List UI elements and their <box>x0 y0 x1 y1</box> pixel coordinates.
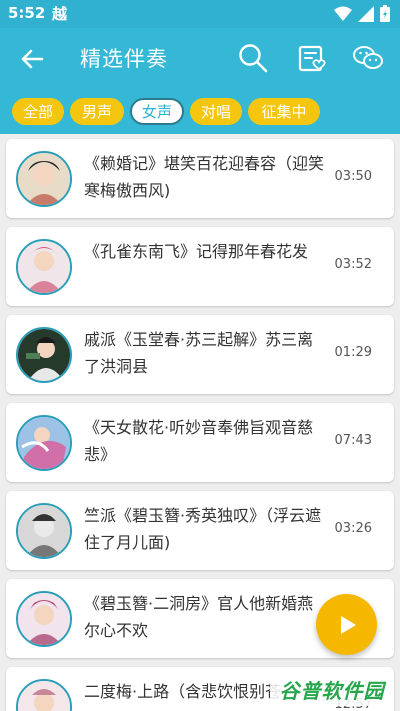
track-card[interactable]: 《孔雀东南飞》记得那年春花发 03:52 <box>6 227 394 306</box>
battery-icon <box>380 5 390 22</box>
track-avatar <box>16 503 72 559</box>
status-time: 5:52 <box>8 4 46 22</box>
system-icons <box>334 5 390 22</box>
track-card[interactable]: 《天女散花·听妙音奉佛旨观音慈悲》 07:43 <box>6 403 394 482</box>
wifi-icon <box>334 6 352 21</box>
filter-chip-duet[interactable]: 对唱 <box>190 98 242 125</box>
filter-chip-collecting[interactable]: 征集中 <box>248 98 320 125</box>
watermark-logo: 谷普软件园 <box>270 672 394 706</box>
track-card[interactable]: 戚派《玉堂春·苏三起解》苏三离了洪洞县 01:29 <box>6 315 394 394</box>
track-title: 竺派《碧玉簪·秀英独叹》（浮云遮住了月儿面) <box>84 506 322 552</box>
status-bar: 5:52 越 <box>0 0 400 28</box>
track-duration: 07:43 <box>334 433 372 448</box>
track-avatar <box>16 679 72 711</box>
app-bar: 精选伴奏 <box>0 28 400 90</box>
track-duration: 03:50 <box>334 169 372 184</box>
play-button[interactable] <box>316 594 377 655</box>
track-card[interactable]: 竺派《碧玉簪·秀英独叹》（浮云遮住了月儿面) 03:26 <box>6 491 394 570</box>
track-title: 《赖婚记》堪笑百花迎春容（迎笑寒梅傲西风) <box>84 154 324 200</box>
track-avatar <box>16 151 72 207</box>
filter-chip-all[interactable]: 全部 <box>12 98 64 125</box>
favorites-list-icon[interactable] <box>296 42 328 74</box>
track-duration: 03:26 <box>334 521 372 536</box>
track-title: 《天女散花·听妙音奉佛旨观音慈悲》 <box>84 418 314 464</box>
filter-bar: 全部 男声 女声 对唱 征集中 <box>0 90 400 134</box>
track-card[interactable]: 《赖婚记》堪笑百花迎春容（迎笑寒梅傲西风) 03:50 <box>6 139 394 218</box>
track-duration: 01:29 <box>334 345 372 360</box>
signal-icon <box>358 5 374 22</box>
status-carrier: 越 <box>52 5 68 23</box>
filter-chip-female[interactable]: 女声 <box>130 98 184 125</box>
track-avatar <box>16 327 72 383</box>
page-title: 精选伴奏 <box>80 47 168 71</box>
track-avatar <box>16 415 72 471</box>
track-title: 《孔雀东南飞》记得那年春花发 <box>84 242 309 261</box>
track-avatar <box>16 591 72 647</box>
track-avatar <box>16 239 72 295</box>
track-title: 戚派《玉堂春·苏三起解》苏三离了洪洞县 <box>84 330 314 376</box>
back-arrow-icon[interactable] <box>18 45 46 73</box>
search-icon[interactable] <box>237 42 269 74</box>
track-duration: 03:52 <box>334 257 372 272</box>
filter-chip-male[interactable]: 男声 <box>70 98 124 125</box>
play-icon <box>340 615 356 634</box>
track-title: 《碧玉簪·二洞房》官人他新婚燕尔心不欢 <box>84 594 314 640</box>
wechat-icon[interactable] <box>352 42 384 74</box>
